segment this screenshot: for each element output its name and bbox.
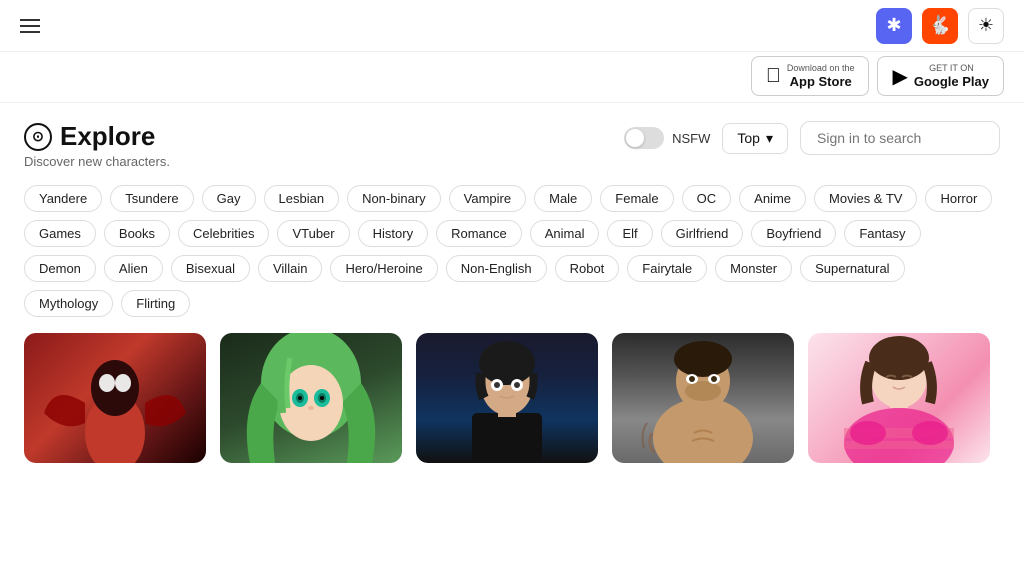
tag-history[interactable]: History [358, 220, 428, 247]
tag-robot[interactable]: Robot [555, 255, 620, 282]
tag-girlfriend[interactable]: Girlfriend [661, 220, 744, 247]
tag-monster[interactable]: Monster [715, 255, 792, 282]
tag-hero-heroine[interactable]: Hero/Heroine [330, 255, 437, 282]
chevron-down-icon: ▾ [766, 130, 773, 147]
explore-title-text: Explore [60, 121, 155, 152]
tag-animal[interactable]: Animal [530, 220, 600, 247]
tag-male[interactable]: Male [534, 185, 592, 212]
character-card-2[interactable] [220, 333, 402, 463]
google-play-icon: ▶ [892, 64, 907, 89]
nsfw-toggle[interactable]: NSFW [624, 127, 710, 149]
reddit-button[interactable]: 🐇 [922, 8, 958, 44]
cards-row [24, 333, 1000, 463]
tag-female[interactable]: Female [600, 185, 673, 212]
tag-mythology[interactable]: Mythology [24, 290, 113, 317]
tag-oc[interactable]: OC [682, 185, 732, 212]
tag-anime[interactable]: Anime [739, 185, 806, 212]
explore-header: ⊙ Explore Discover new characters. NSFW … [24, 121, 1000, 169]
discord-button[interactable]: ✱ [876, 8, 912, 44]
store-row:  Download on the App Store ▶ GET IT ON … [0, 52, 1024, 103]
app-store-name: App Store [787, 74, 855, 90]
character-card-5[interactable] [808, 333, 990, 463]
tag-non-binary[interactable]: Non-binary [347, 185, 441, 212]
app-store-text: Download on the App Store [787, 63, 855, 89]
google-play-sub: GET IT ON [914, 63, 989, 74]
tag-celebrities[interactable]: Celebrities [178, 220, 269, 247]
explore-icon: ⊙ [24, 123, 52, 151]
tag-movies---tv[interactable]: Movies & TV [814, 185, 917, 212]
explore-subtitle: Discover new characters. [24, 154, 170, 169]
tag-tsundere[interactable]: Tsundere [110, 185, 193, 212]
top-dropdown-label: Top [737, 130, 760, 146]
tag-lesbian[interactable]: Lesbian [264, 185, 340, 212]
character-card-1[interactable] [24, 333, 206, 463]
tags-area: Yandere Tsundere Gay Lesbian Non-binary Vampi… [24, 185, 1000, 317]
tag-supernatural[interactable]: Supernatural [800, 255, 904, 282]
app-store-sub: Download on the [787, 63, 855, 74]
tag-romance[interactable]: Romance [436, 220, 522, 247]
tag-demon[interactable]: Demon [24, 255, 96, 282]
tag-bisexual[interactable]: Bisexual [171, 255, 250, 282]
apple-icon:  [766, 65, 781, 88]
tag-horror[interactable]: Horror [925, 185, 992, 212]
nsfw-toggle-track[interactable] [624, 127, 664, 149]
tag-vtuber[interactable]: VTuber [277, 220, 349, 247]
tag-gay[interactable]: Gay [202, 185, 256, 212]
tag-flirting[interactable]: Flirting [121, 290, 190, 317]
tag-yandere[interactable]: Yandere [24, 185, 102, 212]
tag-vampire[interactable]: Vampire [449, 185, 526, 212]
app-store-button[interactable]:  Download on the App Store [751, 56, 870, 96]
reddit-icon: 🐇 [929, 15, 951, 36]
explore-title: ⊙ Explore [24, 121, 170, 152]
nav-right: ✱ 🐇 ☀ [876, 8, 1004, 44]
explore-title-block: ⊙ Explore Discover new characters. [24, 121, 170, 169]
explore-controls: NSFW Top ▾ [624, 121, 1000, 155]
google-play-text: GET IT ON Google Play [914, 63, 989, 89]
top-dropdown[interactable]: Top ▾ [722, 123, 788, 154]
tag-books[interactable]: Books [104, 220, 170, 247]
character-card-3[interactable] [416, 333, 598, 463]
google-play-button[interactable]: ▶ GET IT ON Google Play [877, 56, 1004, 96]
character-card-4[interactable] [612, 333, 794, 463]
tag-villain[interactable]: Villain [258, 255, 322, 282]
nav-left [20, 19, 40, 33]
tag-non-english[interactable]: Non-English [446, 255, 547, 282]
tag-games[interactable]: Games [24, 220, 96, 247]
tag-alien[interactable]: Alien [104, 255, 163, 282]
hamburger-menu[interactable] [20, 19, 40, 33]
tag-boyfriend[interactable]: Boyfriend [751, 220, 836, 247]
top-nav: ✱ 🐇 ☀ [0, 0, 1024, 52]
main-content: ⊙ Explore Discover new characters. NSFW … [0, 103, 1024, 463]
search-input[interactable] [800, 121, 1000, 155]
tag-fantasy[interactable]: Fantasy [844, 220, 920, 247]
nsfw-label: NSFW [672, 131, 710, 146]
google-play-name: Google Play [914, 74, 989, 90]
tag-fairytale[interactable]: Fairytale [627, 255, 707, 282]
nsfw-toggle-thumb [626, 129, 644, 147]
theme-toggle-button[interactable]: ☀ [968, 8, 1004, 44]
discord-icon: ✱ [886, 15, 901, 36]
tag-elf[interactable]: Elf [607, 220, 652, 247]
sun-icon: ☀ [978, 15, 994, 36]
